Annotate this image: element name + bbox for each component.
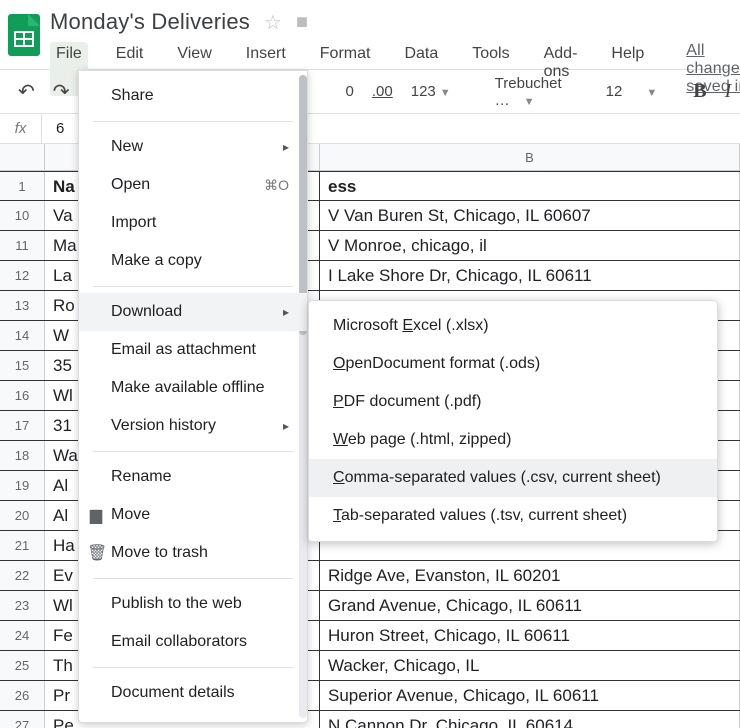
submenu-arrow-icon: ▸ [283, 305, 289, 319]
file-email-attachment[interactable]: Email as attachment [79, 331, 307, 369]
row-header[interactable]: 11 [0, 231, 45, 260]
cell-b[interactable]: Wacker, Chicago, IL [320, 651, 740, 680]
undo-icon[interactable]: ↶ [18, 79, 35, 104]
cell-b[interactable]: N Cannon Dr, Chicago, IL 60614 [320, 711, 740, 728]
file-version-history[interactable]: Version history▸ [79, 407, 307, 445]
trash-icon: 🗑 [87, 543, 105, 563]
file-email-collaborators[interactable]: Email collaborators [79, 623, 307, 661]
cell-b[interactable]: V Van Buren St, Chicago, IL 60607 [320, 201, 740, 230]
row-header[interactable]: 10 [0, 201, 45, 230]
file-rename[interactable]: Rename [79, 458, 307, 496]
file-download[interactable]: Download▸ [79, 293, 307, 331]
row-header[interactable]: 22 [0, 561, 45, 590]
cell-b[interactable]: V Monroe, chicago, il [320, 231, 740, 260]
cell-b[interactable]: Superior Avenue, Chicago, IL 60611 [320, 681, 740, 710]
row-header[interactable]: 18 [0, 441, 45, 470]
row-header[interactable]: 26 [0, 681, 45, 710]
row-header[interactable]: 21 [0, 531, 45, 560]
star-icon[interactable]: ☆ [264, 10, 282, 35]
row-header[interactable]: 1 [0, 172, 45, 200]
row-header[interactable]: 12 [0, 261, 45, 290]
file-move-trash[interactable]: 🗑Move to trash [79, 534, 307, 572]
row-header[interactable]: 27 [0, 711, 45, 728]
file-available-offline[interactable]: Make available offline [79, 369, 307, 407]
download-option[interactable]: Microsoft Excel (.xlsx) [309, 307, 717, 345]
fx-value[interactable]: 6 [42, 120, 65, 137]
folder-icon[interactable]: ■ [296, 11, 308, 34]
download-option[interactable]: Tab-separated values (.tsv, current shee… [309, 497, 717, 535]
file-make-copy[interactable]: Make a copy [79, 242, 307, 280]
file-move[interactable]: ▆Move [79, 496, 307, 534]
row-header[interactable]: 14 [0, 321, 45, 350]
redo-icon[interactable]: ↷ [53, 79, 70, 104]
download-submenu: Microsoft Excel (.xlsx)OpenDocument form… [308, 300, 718, 542]
file-new[interactable]: New▸ [79, 128, 307, 166]
row-header[interactable]: 17 [0, 411, 45, 440]
row-header[interactable]: 24 [0, 621, 45, 650]
cell-b[interactable]: ess [320, 172, 740, 200]
file-menu: Share New▸ Open⌘O Import Make a copy Dow… [78, 70, 308, 723]
row-header[interactable]: 16 [0, 381, 45, 410]
select-all-cell[interactable] [0, 144, 45, 170]
folder-icon: ▆ [87, 505, 105, 525]
file-share[interactable]: Share [79, 77, 307, 115]
sheets-logo[interactable] [8, 8, 40, 62]
download-option[interactable]: OpenDocument format (.ods) [309, 345, 717, 383]
row-header[interactable]: 19 [0, 471, 45, 500]
row-header[interactable]: 25 [0, 651, 45, 680]
cell-b[interactable]: Huron Street, Chicago, IL 60611 [320, 621, 740, 650]
font-size[interactable]: 12▼ [606, 83, 658, 100]
decimal-increase[interactable]: .00 [372, 83, 393, 100]
col-header-b[interactable]: B [320, 144, 740, 170]
download-option[interactable]: Web page (.html, zipped) [309, 421, 717, 459]
doc-header: Monday's Deliveries ☆ ■ FileEditViewInse… [0, 0, 740, 70]
cell-b[interactable]: Ridge Ave, Evanston, IL 60201 [320, 561, 740, 590]
number-format[interactable]: 123▼ [411, 83, 451, 100]
cell-b[interactable]: I Lake Shore Dr, Chicago, IL 60611 [320, 261, 740, 290]
row-header[interactable]: 23 [0, 591, 45, 620]
submenu-arrow-icon: ▸ [283, 419, 289, 433]
file-open[interactable]: Open⌘O [79, 166, 307, 204]
font-family[interactable]: Trebuchet …▼ [487, 72, 570, 112]
download-option[interactable]: Comma-separated values (.csv, current sh… [309, 459, 717, 497]
file-document-details[interactable]: Document details [79, 674, 307, 712]
fx-label: fx [0, 114, 42, 144]
cell-b[interactable]: Grand Avenue, Chicago, IL 60611 [320, 591, 740, 620]
row-header[interactable]: 20 [0, 501, 45, 530]
row-header[interactable]: 15 [0, 351, 45, 380]
file-import[interactable]: Import [79, 204, 307, 242]
file-publish-web[interactable]: Publish to the web [79, 585, 307, 623]
download-option[interactable]: PDF document (.pdf) [309, 383, 717, 421]
italic-button[interactable]: I [725, 80, 732, 103]
doc-title[interactable]: Monday's Deliveries [50, 9, 250, 35]
toolbar-frag-zero: 0 [346, 83, 354, 100]
submenu-arrow-icon: ▸ [283, 140, 289, 154]
row-header[interactable]: 13 [0, 291, 45, 320]
bold-button[interactable]: B [693, 80, 706, 103]
